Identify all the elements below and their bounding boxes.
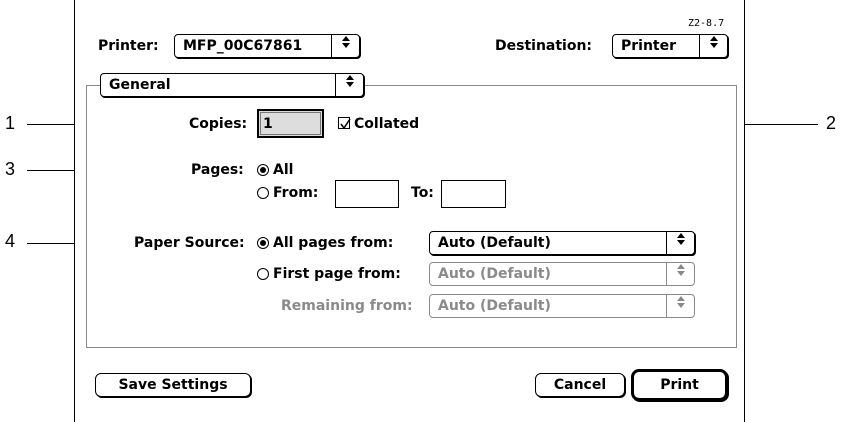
printer-label: Printer: (98, 38, 159, 54)
version-label: Z2-8.7 (688, 18, 725, 29)
collated-label: Collated (354, 116, 420, 132)
first-page-from-label: First page from: (273, 266, 401, 282)
all-pages-from-radio[interactable] (257, 237, 269, 249)
printer-popup[interactable]: MFP_00C67861 (174, 34, 360, 58)
all-pages-from-value: Auto (Default) (438, 235, 551, 251)
printer-popup-value: MFP_00C67861 (183, 38, 303, 54)
pages-to-label: To: (411, 185, 434, 201)
first-page-from-value: Auto (Default) (438, 266, 551, 282)
first-page-from-radio[interactable] (257, 268, 269, 280)
save-settings-button[interactable]: Save Settings (95, 373, 251, 397)
copies-value: 1 (263, 116, 273, 132)
updown-arrows-icon (666, 263, 694, 285)
updown-arrows-icon (666, 295, 694, 317)
destination-popup[interactable]: Printer (612, 34, 728, 58)
updown-arrows-icon (699, 35, 727, 57)
panel-popup-value: General (109, 77, 171, 93)
remaining-from-popup[interactable]: Auto (Default) (429, 294, 695, 318)
callout-3: 3 (5, 159, 16, 179)
all-pages-from-popup[interactable]: Auto (Default) (429, 231, 695, 255)
callout-4: 4 (5, 231, 16, 251)
remaining-from-value: Auto (Default) (438, 298, 551, 314)
copies-field[interactable]: 1 (257, 109, 324, 138)
pages-all-label: All (273, 162, 294, 178)
callout-1: 1 (5, 113, 16, 133)
remaining-from-label: Remaining from: (281, 298, 413, 314)
pages-from-radio[interactable] (257, 187, 269, 199)
pages-from-label: From: (273, 185, 319, 201)
paper-source-label: Paper Source: (134, 235, 245, 251)
panel-popup[interactable]: General (100, 73, 364, 97)
print-button[interactable]: Print (631, 369, 728, 401)
all-pages-from-label: All pages from: (273, 235, 394, 251)
destination-popup-value: Printer (621, 38, 677, 54)
pages-label: Pages: (191, 162, 244, 178)
updown-arrows-icon (335, 74, 363, 96)
first-page-from-popup[interactable]: Auto (Default) (429, 262, 695, 286)
pages-to-field[interactable] (441, 180, 506, 208)
destination-label: Destination: (495, 38, 593, 54)
cancel-button[interactable]: Cancel (535, 373, 625, 397)
updown-arrows-icon (666, 232, 694, 254)
pages-all-radio[interactable] (257, 164, 269, 176)
checkmark-icon (340, 118, 351, 130)
collated-checkbox[interactable] (338, 117, 351, 130)
copies-label: Copies: (189, 116, 248, 132)
callout-2: 2 (826, 113, 837, 133)
pages-from-field[interactable] (335, 180, 399, 208)
print-dialog: Z2-8.7 Printer: MFP_00C67861 Destination… (74, 0, 745, 422)
updown-arrows-icon (331, 35, 359, 57)
